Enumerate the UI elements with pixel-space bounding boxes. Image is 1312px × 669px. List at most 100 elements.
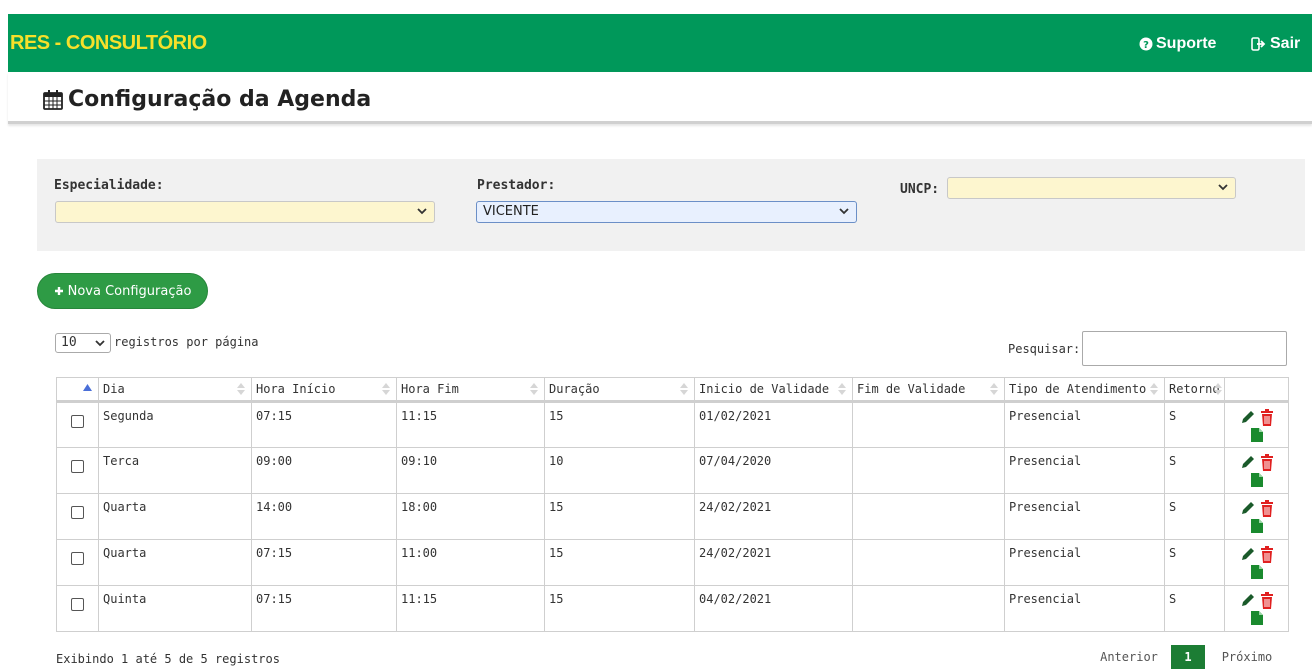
cell-dia: Quinta xyxy=(98,585,252,632)
table-row: Terca 09:00 09:10 10 07/04/2020 Presenci… xyxy=(56,447,1289,494)
logout-label: Sair xyxy=(1270,35,1301,52)
row-checkbox[interactable] xyxy=(71,460,84,473)
row-checkbox[interactable] xyxy=(71,506,84,519)
especialidade-select[interactable] xyxy=(55,201,435,223)
sort-icon xyxy=(680,383,688,395)
cell-fim-validade xyxy=(852,539,1005,586)
cell-retorno: S xyxy=(1164,447,1225,494)
row-select-cell xyxy=(56,585,99,632)
document-icon[interactable] xyxy=(1250,611,1263,625)
sort-icon xyxy=(990,383,998,395)
select-column-header[interactable] xyxy=(56,377,99,403)
search-label: Pesquisar: xyxy=(1008,342,1081,356)
cell-inicio-validade: 04/02/2021 xyxy=(694,585,853,632)
new-configuration-button[interactable]: Nova Configuração xyxy=(37,273,208,309)
cell-dia: Terca xyxy=(98,447,252,494)
trash-icon[interactable] xyxy=(1260,546,1274,563)
filter-panel: Especialidade: Prestador: VICENTE UNCP: xyxy=(37,159,1305,251)
cell-actions xyxy=(1224,585,1289,632)
row-actions xyxy=(1229,500,1284,533)
trash-icon[interactable] xyxy=(1260,592,1274,609)
pagination-next[interactable]: Próximo xyxy=(1212,645,1282,669)
support-label: Suporte xyxy=(1156,35,1217,52)
cell-tipo-atendimento: Presencial xyxy=(1004,401,1165,448)
column-header-retorno[interactable]: Retorno xyxy=(1164,377,1225,403)
cell-inicio-validade: 24/02/2021 xyxy=(694,493,853,540)
document-icon[interactable] xyxy=(1250,565,1263,579)
pagination-current-page[interactable]: 1 xyxy=(1171,645,1205,669)
svg-text:?: ? xyxy=(1143,40,1149,51)
document-icon[interactable] xyxy=(1250,473,1263,487)
cell-duracao: 15 xyxy=(544,493,695,540)
pagination-previous[interactable]: Anterior xyxy=(1094,645,1164,669)
sort-icon xyxy=(382,383,390,395)
page-title-text: Configuração da Agenda xyxy=(68,87,372,112)
chevron-down-icon xyxy=(1218,184,1228,191)
prestador-value: VICENTE xyxy=(483,204,539,219)
edit-pencil-icon[interactable] xyxy=(1240,409,1256,425)
edit-pencil-icon[interactable] xyxy=(1240,500,1256,516)
column-label: Retorno xyxy=(1169,382,1220,396)
column-header-tipo-atendimento[interactable]: Tipo de Atendimento xyxy=(1004,377,1165,403)
logout-link[interactable]: Sair xyxy=(1251,35,1300,53)
sort-icon xyxy=(237,383,245,395)
column-header-hora-inicio[interactable]: Hora Início xyxy=(251,377,397,403)
question-circle-icon: ? xyxy=(1139,37,1153,51)
chevron-down-icon xyxy=(417,208,427,215)
column-header-dia[interactable]: Dia xyxy=(98,377,252,403)
trash-icon[interactable] xyxy=(1260,454,1274,471)
agenda-table: Dia Hora Início Hora Fim Duração Inicio … xyxy=(56,377,1289,632)
cell-hora-fim: 11:15 xyxy=(396,585,545,632)
column-label: Hora Início xyxy=(256,382,336,396)
cell-fim-validade xyxy=(852,585,1005,632)
sort-icon xyxy=(838,383,846,395)
sort-icon xyxy=(530,383,538,395)
table-row: Segunda 07:15 11:15 15 01/02/2021 Presen… xyxy=(56,401,1289,448)
trash-icon[interactable] xyxy=(1260,409,1274,426)
cell-actions xyxy=(1224,447,1289,494)
calendar-icon xyxy=(43,89,63,110)
edit-pencil-icon[interactable] xyxy=(1240,546,1256,562)
cell-hora-fim: 18:00 xyxy=(396,493,545,540)
chevron-down-icon xyxy=(839,208,849,215)
row-checkbox[interactable] xyxy=(71,598,84,611)
page-length-select[interactable]: 10 xyxy=(55,333,111,353)
row-actions xyxy=(1229,409,1284,442)
column-header-duracao[interactable]: Duração xyxy=(544,377,695,403)
cell-retorno: S xyxy=(1164,539,1225,586)
column-label: Fim de Validade xyxy=(857,382,966,396)
row-checkbox[interactable] xyxy=(71,415,84,428)
edit-pencil-icon[interactable] xyxy=(1240,454,1256,470)
uncp-select[interactable] xyxy=(947,177,1236,199)
column-header-fim-validade[interactable]: Fim de Validade xyxy=(852,377,1005,403)
cell-hora-inicio: 07:15 xyxy=(251,401,397,448)
row-select-cell xyxy=(56,447,99,494)
prestador-select[interactable]: VICENTE xyxy=(476,201,857,223)
cell-hora-inicio: 07:15 xyxy=(251,585,397,632)
sign-out-icon xyxy=(1251,37,1266,51)
cell-inicio-validade: 01/02/2021 xyxy=(694,401,853,448)
cell-duracao: 15 xyxy=(544,401,695,448)
cell-retorno: S xyxy=(1164,585,1225,632)
trash-icon[interactable] xyxy=(1260,500,1274,517)
document-icon[interactable] xyxy=(1250,428,1263,442)
plus-icon xyxy=(54,287,63,295)
chevron-down-icon xyxy=(95,340,105,347)
cell-tipo-atendimento: Presencial xyxy=(1004,585,1165,632)
document-icon[interactable] xyxy=(1250,519,1263,533)
table-info: Exibindo 1 até 5 de 5 registros xyxy=(56,652,280,666)
cell-dia: Quarta xyxy=(98,539,252,586)
brand-title[interactable]: RES - CONSULTÓRIO xyxy=(10,32,207,55)
row-checkbox[interactable] xyxy=(71,552,84,565)
cell-tipo-atendimento: Presencial xyxy=(1004,493,1165,540)
search-input[interactable] xyxy=(1082,331,1287,366)
edit-pencil-icon[interactable] xyxy=(1240,592,1256,608)
cell-hora-inicio: 14:00 xyxy=(251,493,397,540)
table-row: Quarta 07:15 11:00 15 24/02/2021 Presenc… xyxy=(56,539,1289,586)
column-header-hora-fim[interactable]: Hora Fim xyxy=(396,377,545,403)
cell-retorno: S xyxy=(1164,493,1225,540)
column-label: Tipo de Atendimento xyxy=(1009,382,1147,396)
column-header-inicio-validade[interactable]: Inicio de Validade xyxy=(694,377,853,403)
page-length-value: 10 xyxy=(61,335,77,350)
support-link[interactable]: ? Suporte xyxy=(1139,35,1216,53)
